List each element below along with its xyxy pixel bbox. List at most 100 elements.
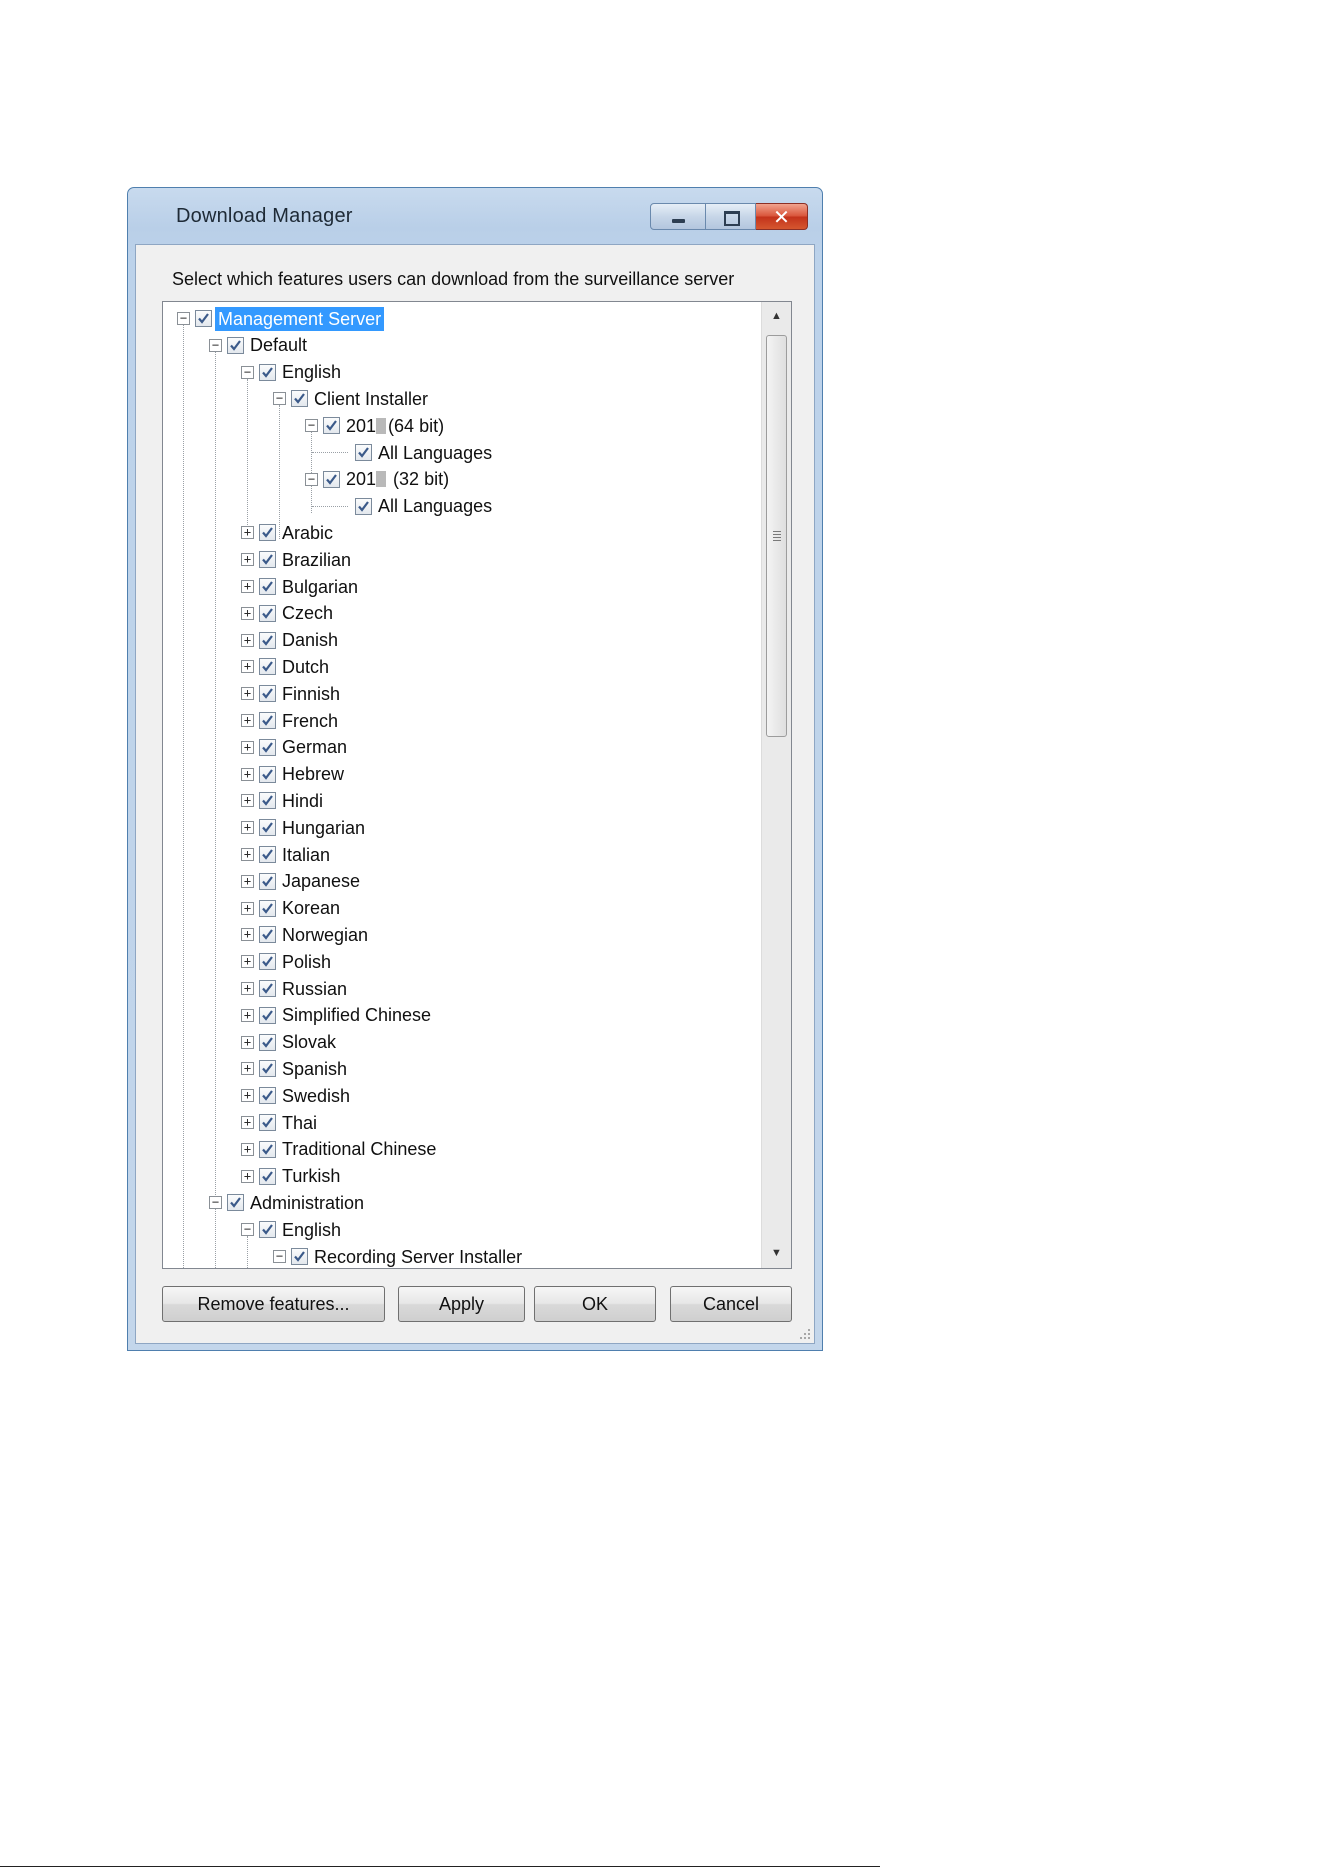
feature-checkbox[interactable] — [259, 685, 276, 703]
feature-checkbox[interactable] — [323, 470, 340, 488]
tree-node[interactable]: − Default — [209, 332, 310, 359]
expand-plus-icon[interactable]: + — [241, 714, 254, 727]
feature-checkbox[interactable] — [259, 1060, 276, 1078]
feature-checkbox[interactable] — [259, 899, 276, 917]
expand-plus-icon[interactable]: + — [241, 687, 254, 701]
expand-plus-icon[interactable]: + — [241, 526, 254, 540]
scroll-up-arrow-icon[interactable]: ▲ — [762, 302, 791, 331]
feature-checkbox[interactable] — [259, 738, 276, 756]
tree-node[interactable]: + Spanish — [241, 1055, 350, 1082]
expand-plus-icon[interactable]: + — [241, 660, 254, 674]
feature-checkbox[interactable] — [259, 846, 276, 863]
collapse-minus-icon[interactable]: − — [273, 392, 286, 406]
tree-node[interactable]: − English — [241, 1216, 344, 1243]
collapse-minus-icon[interactable]: − — [241, 1223, 254, 1237]
feature-checkbox[interactable] — [355, 497, 372, 515]
feature-checkbox[interactable] — [259, 792, 276, 810]
expand-plus-icon[interactable]: + — [241, 1169, 254, 1183]
ok-button[interactable]: OK — [534, 1286, 656, 1322]
tree-node[interactable]: + Turkish — [241, 1163, 343, 1190]
feature-checkbox[interactable] — [259, 872, 276, 890]
tree-node[interactable]: + Bulgarian — [241, 573, 361, 600]
title-bar[interactable]: Download Manager ✕ — [128, 188, 822, 244]
feature-checkbox[interactable] — [323, 417, 340, 435]
feature-checkbox[interactable] — [259, 819, 276, 837]
tree-node[interactable]: − Recording Server Installer — [273, 1243, 525, 1268]
feature-checkbox[interactable] — [259, 578, 276, 595]
expand-plus-icon[interactable]: + — [241, 740, 254, 754]
tree-node[interactable]: + Hebrew — [241, 761, 347, 788]
feature-checkbox[interactable] — [259, 1006, 276, 1024]
resize-grip-icon[interactable] — [796, 1325, 810, 1339]
feature-checkbox[interactable] — [227, 336, 244, 354]
tree-node[interactable]: + German — [241, 734, 350, 761]
tree-node[interactable]: + Swedish — [241, 1082, 353, 1109]
expand-plus-icon[interactable]: + — [241, 848, 254, 861]
expand-plus-icon[interactable]: + — [241, 1116, 254, 1129]
expand-plus-icon[interactable]: + — [241, 982, 254, 995]
collapse-minus-icon[interactable]: − — [209, 1196, 222, 1210]
tree-node[interactable]: + Dutch — [241, 653, 332, 680]
close-button[interactable]: ✕ — [756, 203, 808, 230]
tree-node[interactable]: + Russian — [241, 975, 350, 1002]
scroll-down-arrow-icon[interactable]: ▼ — [762, 1239, 791, 1268]
tree-node[interactable]: − Management Server — [177, 305, 385, 332]
tree-node[interactable]: + Finnish — [241, 680, 343, 707]
feature-checkbox[interactable] — [259, 524, 276, 542]
feature-checkbox[interactable] — [291, 390, 308, 408]
apply-button[interactable]: Apply — [398, 1286, 525, 1322]
feature-checkbox[interactable] — [195, 310, 212, 327]
feature-checkbox[interactable] — [259, 712, 276, 729]
feature-checkbox[interactable] — [259, 631, 276, 649]
feature-checkbox[interactable] — [259, 363, 276, 381]
feature-checkbox[interactable] — [259, 604, 276, 622]
tree-node[interactable]: + Hindi — [241, 787, 326, 814]
expand-plus-icon[interactable]: + — [241, 794, 254, 808]
expand-plus-icon[interactable]: + — [241, 1035, 254, 1049]
tree-node[interactable]: − 201 (64 bit) — [305, 412, 447, 439]
expand-plus-icon[interactable]: + — [241, 1008, 254, 1022]
tree-node[interactable]: − 201 (32 bit) — [305, 466, 452, 493]
collapse-minus-icon[interactable]: − — [209, 338, 222, 352]
tree-node[interactable]: + Norwegian — [241, 921, 371, 948]
tree-node[interactable]: + Traditional Chinese — [241, 1136, 439, 1163]
expand-plus-icon[interactable]: + — [241, 1142, 254, 1156]
feature-tree[interactable]: − Management Server − Default − English − Clien… — [162, 301, 792, 1269]
tree-node[interactable]: All Languages — [312, 439, 495, 466]
collapse-minus-icon[interactable]: − — [241, 365, 254, 379]
expand-plus-icon[interactable]: + — [241, 633, 254, 647]
tree-node[interactable]: + Arabic — [241, 519, 336, 546]
tree-node[interactable]: + Japanese — [241, 868, 363, 895]
tree-node[interactable]: + Hungarian — [241, 814, 368, 841]
minimize-button[interactable] — [650, 203, 706, 230]
collapse-minus-icon[interactable]: − — [177, 312, 190, 325]
tree-node[interactable]: + Simplified Chinese — [241, 1002, 434, 1029]
expand-plus-icon[interactable]: + — [241, 874, 254, 888]
feature-checkbox[interactable] — [259, 1167, 276, 1185]
feature-checkbox[interactable] — [227, 1194, 244, 1212]
expand-plus-icon[interactable]: + — [241, 580, 254, 593]
vertical-scrollbar[interactable]: ▲ ▼ — [761, 302, 791, 1268]
feature-checkbox[interactable] — [259, 953, 276, 971]
expand-plus-icon[interactable]: + — [241, 901, 254, 915]
tree-node[interactable]: All Languages — [312, 493, 495, 520]
expand-plus-icon[interactable]: + — [241, 606, 254, 620]
tree-node[interactable]: + French — [241, 707, 341, 734]
feature-checkbox[interactable] — [259, 1087, 276, 1105]
feature-checkbox[interactable] — [259, 1221, 276, 1239]
expand-plus-icon[interactable]: + — [241, 955, 254, 969]
feature-checkbox[interactable] — [259, 926, 276, 944]
feature-checkbox[interactable] — [259, 551, 276, 569]
cancel-button[interactable]: Cancel — [670, 1286, 792, 1322]
expand-plus-icon[interactable]: + — [241, 1062, 254, 1076]
expand-plus-icon[interactable]: + — [241, 928, 254, 942]
tree-node[interactable]: − Client Installer — [273, 385, 431, 412]
remove-features-button[interactable]: Remove features... — [162, 1286, 385, 1322]
feature-checkbox[interactable] — [259, 658, 276, 676]
tree-node[interactable]: + Polish — [241, 948, 334, 975]
expand-plus-icon[interactable]: + — [241, 767, 254, 781]
scrollbar-thumb[interactable] — [766, 335, 787, 737]
feature-checkbox[interactable] — [259, 1114, 276, 1131]
feature-checkbox[interactable] — [355, 444, 372, 461]
tree-node[interactable]: + Italian — [241, 841, 333, 868]
